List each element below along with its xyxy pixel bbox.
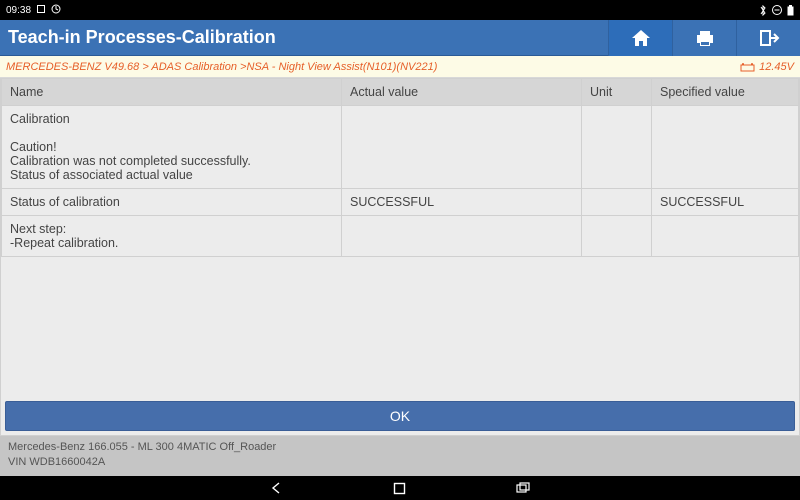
home-nav-button[interactable]	[393, 482, 406, 495]
cell-name: Next step: -Repeat calibration.	[2, 216, 342, 257]
ok-button[interactable]: OK	[5, 401, 795, 431]
vehicle-model: Mercedes-Benz 166.055 - ML 300 4MATIC Of…	[8, 440, 792, 455]
empty-area	[1, 257, 799, 397]
cell-unit	[582, 216, 652, 257]
recent-apps-button[interactable]	[516, 482, 531, 494]
col-header-actual: Actual value	[342, 79, 582, 106]
cell-name: Status of calibration	[2, 189, 342, 216]
android-nav-bar	[0, 476, 800, 500]
data-table: Name Actual value Unit Specified value C…	[1, 78, 799, 257]
cell-actual	[342, 216, 582, 257]
home-button[interactable]	[608, 20, 672, 56]
battery-voltage: 12.45V	[740, 61, 794, 73]
table-row: Next step: -Repeat calibration.	[2, 216, 799, 257]
bluetooth-icon	[759, 5, 767, 16]
table-row: Calibration Caution! Calibration was not…	[2, 106, 799, 189]
col-header-spec: Specified value	[652, 79, 799, 106]
col-header-name: Name	[2, 79, 342, 106]
screenshot-icon	[36, 4, 46, 17]
page-title: Teach-in Processes-Calibration	[0, 27, 608, 48]
vehicle-vin: VIN WDB1660042A	[8, 455, 792, 470]
cell-spec: SUCCESSFUL	[652, 189, 799, 216]
android-status-bar: 09:38	[0, 0, 800, 20]
print-button[interactable]	[672, 20, 736, 56]
cell-unit	[582, 189, 652, 216]
clock: 09:38	[6, 5, 31, 16]
sync-icon	[51, 4, 61, 17]
cell-spec	[652, 106, 799, 189]
vehicle-info: Mercedes-Benz 166.055 - ML 300 4MATIC Of…	[0, 436, 800, 476]
cell-actual: SUCCESSFUL	[342, 189, 582, 216]
breadcrumb-bar: MERCEDES-BENZ V49.68 > ADAS Calibration …	[0, 56, 800, 78]
table-row: Status of calibration SUCCESSFUL SUCCESS…	[2, 189, 799, 216]
cell-actual	[342, 106, 582, 189]
table-header-row: Name Actual value Unit Specified value	[2, 79, 799, 106]
back-button[interactable]	[269, 481, 283, 495]
cell-spec	[652, 216, 799, 257]
exit-button[interactable]	[736, 20, 800, 56]
cell-name: Calibration Caution! Calibration was not…	[2, 106, 342, 189]
breadcrumb: MERCEDES-BENZ V49.68 > ADAS Calibration …	[6, 61, 437, 73]
title-bar: Teach-in Processes-Calibration	[0, 20, 800, 56]
cell-unit	[582, 106, 652, 189]
battery-icon	[787, 5, 794, 16]
dnd-icon	[772, 5, 782, 15]
col-header-unit: Unit	[582, 79, 652, 106]
content-area: Name Actual value Unit Specified value C…	[0, 78, 800, 436]
